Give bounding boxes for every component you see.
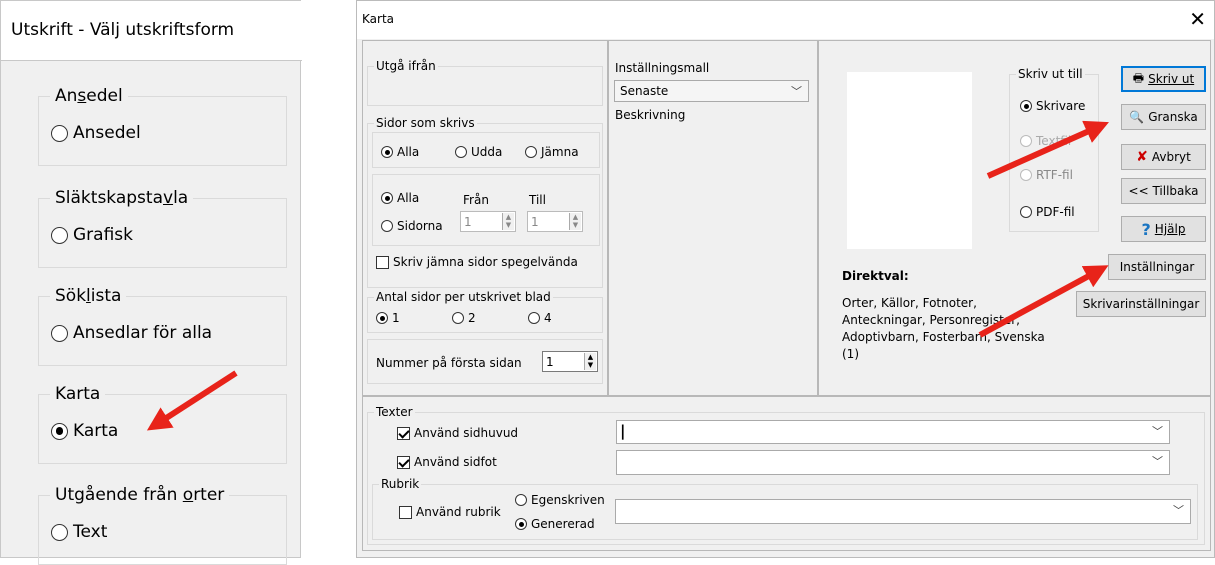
arrow-icon [146,370,238,431]
arrow-icon [978,265,1109,338]
arrow-icon [986,120,1109,179]
annotation-arrows [146,120,1109,431]
